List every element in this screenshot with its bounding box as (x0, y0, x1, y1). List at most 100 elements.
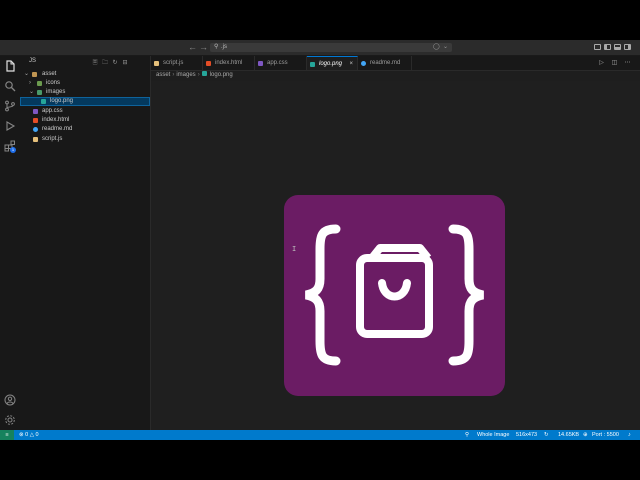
live-server-port[interactable]: Port : 5500 (592, 430, 619, 440)
js-file-icon (154, 61, 159, 66)
tree-item-label: readme.md (42, 126, 73, 132)
chevron-right-icon: › (29, 80, 31, 86)
remote-indicator-icon[interactable]: ≡ (0, 430, 14, 440)
tab-app-css[interactable]: app.css (255, 56, 307, 70)
logo-image (284, 195, 505, 396)
warning-count: 0 (35, 432, 39, 438)
editor-tab-bar: script.js index.html app.css logo.png × … (151, 56, 640, 71)
folder-icon (37, 81, 42, 86)
search-icon: ⚲ (214, 44, 219, 50)
source-control-icon[interactable] (4, 100, 16, 112)
toggle-sidebar-icon[interactable] (604, 44, 611, 50)
tree-folder-images[interactable]: ⌄ images (20, 88, 150, 97)
tab-readme-md[interactable]: readme.md (358, 56, 412, 70)
tree-file-script-js[interactable]: script.js (20, 135, 150, 144)
sync-icon: ↻ (544, 432, 549, 438)
tab-label: logo.png (319, 61, 343, 67)
css-file-icon (258, 61, 263, 66)
command-center-search[interactable]: ⚲ .js ◯ ⌄ (210, 43, 452, 52)
explorer-sidebar: JS 🗏 🗀 ↻ ⊟ ⌄ asset › icons ⌄ images logo.pn… (20, 56, 151, 430)
breadcrumb: asset › images › logo.png (156, 71, 233, 80)
tree-item-label: images (46, 89, 66, 95)
title-bar: ← → ⚲ .js ◯ ⌄ (0, 40, 640, 56)
info-file-icon (361, 61, 366, 66)
html-file-icon (33, 118, 38, 123)
tab-script-js[interactable]: script.js (151, 56, 203, 70)
text-cursor-icon: I (292, 245, 297, 253)
tree-item-label: app.css (42, 108, 63, 114)
toggle-panel-icon[interactable] (614, 44, 621, 50)
refresh-icon[interactable]: ↻ (110, 59, 120, 66)
breadcrumb-item[interactable]: logo.png (210, 72, 233, 78)
js-file-icon (33, 137, 38, 142)
run-icon[interactable]: ▷ (595, 56, 608, 70)
run-debug-icon[interactable] (4, 120, 16, 132)
error-count: 0 (25, 432, 29, 438)
zoom-icon[interactable]: ⚲ (465, 430, 469, 440)
radio-tower-icon: ⊕ (583, 432, 588, 438)
tab-logo-png[interactable]: logo.png × (307, 56, 358, 70)
tree-item-label: logo.png (50, 98, 74, 104)
explorer-icon[interactable] (4, 60, 16, 72)
tree-item-label: icons (46, 80, 61, 86)
chevron-right-icon: › (172, 72, 175, 78)
image-file-icon (201, 71, 207, 76)
toggle-secondary-sidebar-icon[interactable] (624, 44, 631, 50)
folder-icon (32, 72, 37, 77)
css-file-icon (33, 109, 38, 114)
explorer-actions: 🗏 🗀 ↻ ⊟ (90, 58, 130, 68)
editor-actions: ▷ ◫ ⋯ (595, 56, 634, 70)
command-center-text: .js (221, 44, 227, 50)
error-icon: ⊗ (19, 432, 24, 438)
layout-grid-icon[interactable] (594, 44, 601, 50)
folder-icon (37, 90, 42, 95)
problems-indicator[interactable]: ⊗ 0 △ 0 (19, 430, 39, 440)
settings-gear-icon[interactable] (4, 414, 16, 426)
image-dimensions: 516x473 (516, 432, 538, 438)
tree-item-label: asset (42, 71, 57, 77)
more-actions-icon[interactable]: ⋯ (621, 56, 634, 70)
tree-folder-icons[interactable]: › icons (20, 79, 150, 88)
tree-item-label: index.html (42, 117, 70, 123)
split-editor-icon[interactable]: ◫ (608, 56, 621, 70)
tab-index-html[interactable]: index.html (203, 56, 255, 70)
image-file-icon (310, 62, 315, 67)
collapse-icon[interactable]: ⊟ (120, 59, 130, 66)
back-icon[interactable]: ← (188, 42, 197, 52)
tree-item-label: script.js (42, 136, 63, 142)
search-icon[interactable] (4, 80, 16, 92)
new-folder-icon[interactable]: 🗀 (100, 58, 110, 68)
notifications-bell-icon[interactable]: ♪ (628, 430, 631, 440)
tree-file-index-html[interactable]: index.html (20, 116, 150, 125)
close-icon[interactable]: × (349, 57, 353, 71)
html-file-icon (206, 61, 211, 66)
tab-label: readme.md (370, 60, 401, 66)
status-bar: ≡ ⊗ 0 △ 0 ⚲ Whole Image 516x473 ↻ 14.65K… (0, 430, 640, 440)
zoom-label[interactable]: Whole Image (477, 430, 509, 440)
tree-file-readme-md[interactable]: readme.md (20, 125, 150, 134)
tree-file-app-css[interactable]: app.css (20, 107, 150, 116)
vscode-window: ← → ⚲ .js ◯ ⌄ 1 JS 🗏 🗀 ↻ ⊟ ⌄ asset › ico… (0, 40, 640, 440)
tab-label: app.css (267, 60, 288, 66)
breadcrumb-item[interactable]: images (176, 72, 195, 78)
extensions-badge: 1 (10, 147, 16, 153)
new-file-icon[interactable]: 🗏 (90, 58, 100, 68)
info-file-icon (33, 127, 38, 132)
image-size: 14.65KB (558, 432, 580, 438)
breadcrumb-item[interactable]: asset (156, 72, 170, 78)
tab-label: index.html (215, 60, 243, 66)
chevron-down-icon: ⌄ (29, 89, 35, 95)
chevron-down-icon[interactable]: ⌄ (443, 43, 448, 52)
tree-file-logo-png[interactable]: logo.png (20, 97, 150, 106)
explorer-title: JS (29, 58, 37, 64)
warning-icon: △ (29, 432, 34, 438)
account-icon[interactable] (4, 394, 16, 406)
copilot-icon[interactable]: ◯ (433, 43, 440, 52)
activity-bar: 1 (0, 56, 21, 430)
tree-folder-asset[interactable]: ⌄ asset (20, 70, 150, 79)
chevron-down-icon: ⌄ (24, 71, 30, 77)
chevron-right-icon: › (197, 72, 200, 78)
image-file-icon (41, 99, 46, 104)
forward-icon[interactable]: → (199, 42, 208, 52)
tab-label: script.js (163, 60, 184, 66)
